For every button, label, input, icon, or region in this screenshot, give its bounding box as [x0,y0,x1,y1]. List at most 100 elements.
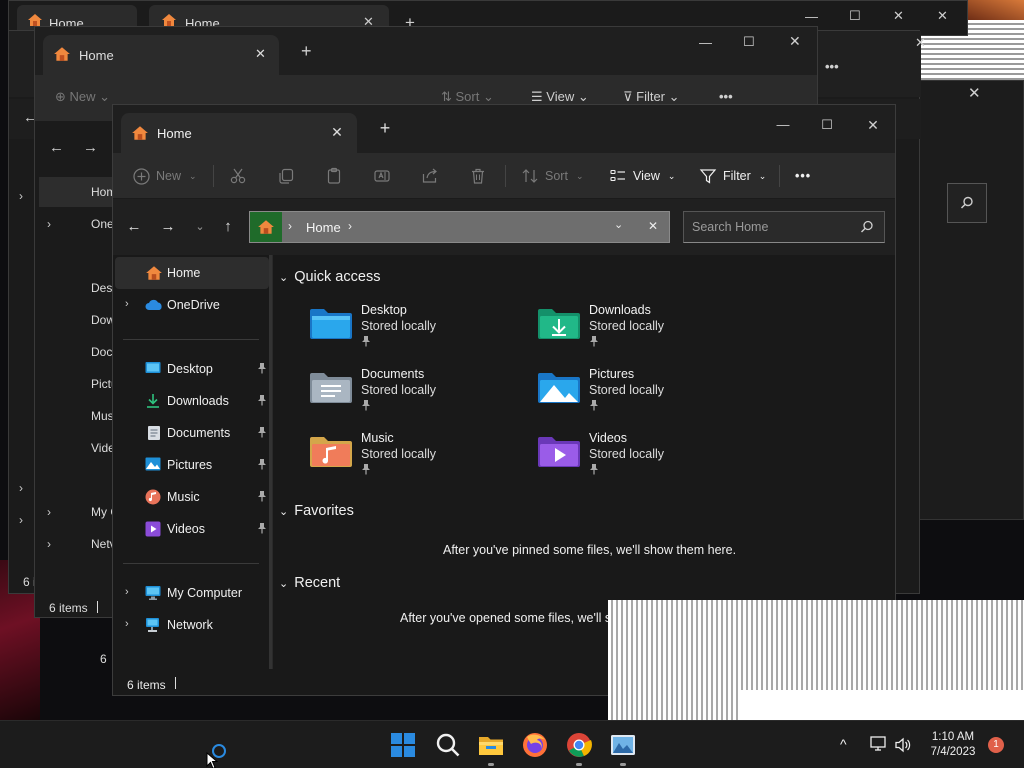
volume-icon[interactable] [894,737,912,753]
app-running-indicator [488,763,494,766]
firefox-icon[interactable] [521,731,549,759]
view-button[interactable]: View ⌄ [609,162,675,190]
clear-address-icon[interactable]: ✕ [648,219,658,233]
navigation-pane: Home › OneDrive Desktop Downloads Docume… [113,255,273,669]
pin-icon [590,400,598,411]
pin-icon [362,336,370,347]
stacked-window-ghosts-bottom [608,600,1024,720]
chrome-icon[interactable] [565,731,593,759]
pin-icon [590,464,598,475]
documents-folder-icon [310,373,352,403]
sidebar-item-videos[interactable]: Videos [115,513,269,545]
recent-locations-button[interactable]: ⌄ [189,217,211,237]
quick-access-pictures[interactable]: Pictures Stored locally [537,367,737,423]
toolbar-divider [779,165,780,187]
view-button-label: View [633,169,660,183]
quick-access-desktop[interactable]: Desktop Stored locally [309,303,509,359]
chevron-right-icon[interactable]: › [125,586,129,598]
search-input[interactable] [692,218,852,236]
sidebar-item-documents[interactable]: Documents [115,417,269,449]
close-tab-icon[interactable]: ✕ [327,122,347,142]
up-button[interactable]: ↑ [217,217,239,237]
quick-access-downloads[interactable]: Downloads Stored locally [537,303,737,359]
sidebar-item-desktop[interactable]: Desktop [115,353,269,385]
forward-button[interactable]: → [157,217,179,237]
breadcrumb-separator[interactable]: › [348,219,352,233]
paste-button[interactable] [325,162,343,190]
qa-name: Desktop [361,303,407,317]
sidebar-item-home[interactable]: Home [115,257,269,289]
filter-button[interactable]: Filter ⌄ [699,162,766,190]
image-viewer-icon[interactable] [609,731,637,759]
quick-access-documents[interactable]: Documents Stored locally [309,367,509,423]
search-box[interactable] [683,211,885,243]
rename-button[interactable] [373,162,391,190]
home-icon [28,14,42,26]
sidebar-item-network[interactable]: › Network [115,609,269,641]
start-icon[interactable] [389,731,417,759]
mouse-cursor-icon [206,752,218,768]
app-running-indicator [576,763,582,766]
ghost-search-box [947,183,987,223]
sidebar-item-label: Pictures [167,458,213,472]
more-options-button[interactable]: ••• [795,162,811,190]
delete-button[interactable] [469,162,487,190]
onedrive-icon [145,299,162,310]
search-icon[interactable] [434,731,462,759]
system-clock[interactable]: 1:10 AM 7/4/2023 [918,730,988,760]
sidebar-item-music[interactable]: Music [115,481,269,513]
sidebar-item-my-computer[interactable]: › My Computer [115,577,269,609]
search-icon [960,196,973,209]
sidebar-item-label: Downloads [167,394,229,408]
pin-icon[interactable] [257,362,267,374]
chevron-down-icon[interactable]: ⌄ [614,218,623,231]
pin-icon[interactable] [257,458,267,470]
sidebar-item-pictures[interactable]: Pictures [115,449,269,481]
new-tab-button[interactable]: + [375,119,395,137]
favorites-header[interactable]: ⌄ Favorites [279,503,354,519]
desktop-folder-icon [145,362,161,373]
copy-button[interactable] [277,162,295,190]
trash-icon [472,168,484,184]
sort-button[interactable]: Sort ⌄ [521,162,583,190]
quick-access-videos[interactable]: Videos Stored locally [537,431,737,487]
pin-icon[interactable] [257,394,267,406]
address-field[interactable]: › Home › ⌄ ✕ [249,211,670,243]
cut-button[interactable] [229,162,247,190]
close-icon: ✕ [937,8,948,23]
quick-access-header[interactable]: ⌄ Quick access [279,269,380,285]
qa-name: Downloads [589,303,651,317]
tab-home[interactable]: Home ✕ [121,113,357,153]
sidebar-item-onedrive[interactable]: › OneDrive [115,289,269,321]
breadcrumb-separator: › [288,219,292,233]
chevron-right-icon[interactable]: › [125,298,129,310]
maximize-button[interactable]: ☐ [805,111,849,139]
item-count: 6 items [127,678,166,692]
pin-icon[interactable] [257,490,267,502]
sidebar-item-downloads[interactable]: Downloads [115,385,269,417]
address-home-button[interactable] [250,212,282,242]
chevron-down-icon: ⌄ [758,170,767,181]
file-explorer-icon[interactable] [477,731,505,759]
minimize-button[interactable]: — [761,111,805,139]
new-button[interactable]: New ⌄ [133,162,197,190]
search-icon[interactable] [860,220,874,234]
recent-header[interactable]: ⌄ Recent [279,575,340,591]
breadcrumb-home[interactable]: Home [306,220,341,235]
sidebar-scrollbar[interactable] [269,255,272,669]
pin-icon[interactable] [257,522,267,534]
section-title: Recent [294,575,341,591]
downloads-folder-icon [147,394,159,408]
videos-folder-icon [538,437,580,467]
ghost-status-divider [97,601,98,613]
back-button[interactable]: ← [123,217,145,237]
chevron-up-icon[interactable]: ^ [840,736,847,752]
maximize-icon: ☐ [849,8,861,23]
close-window-button[interactable]: ✕ [851,111,895,139]
notification-badge[interactable]: 1 [988,737,1004,753]
network-status-icon[interactable] [870,736,888,752]
quick-access-music[interactable]: Music Stored locally [309,431,509,487]
pin-icon[interactable] [257,426,267,438]
chevron-right-icon[interactable]: › [125,618,129,630]
share-button[interactable] [421,162,439,190]
